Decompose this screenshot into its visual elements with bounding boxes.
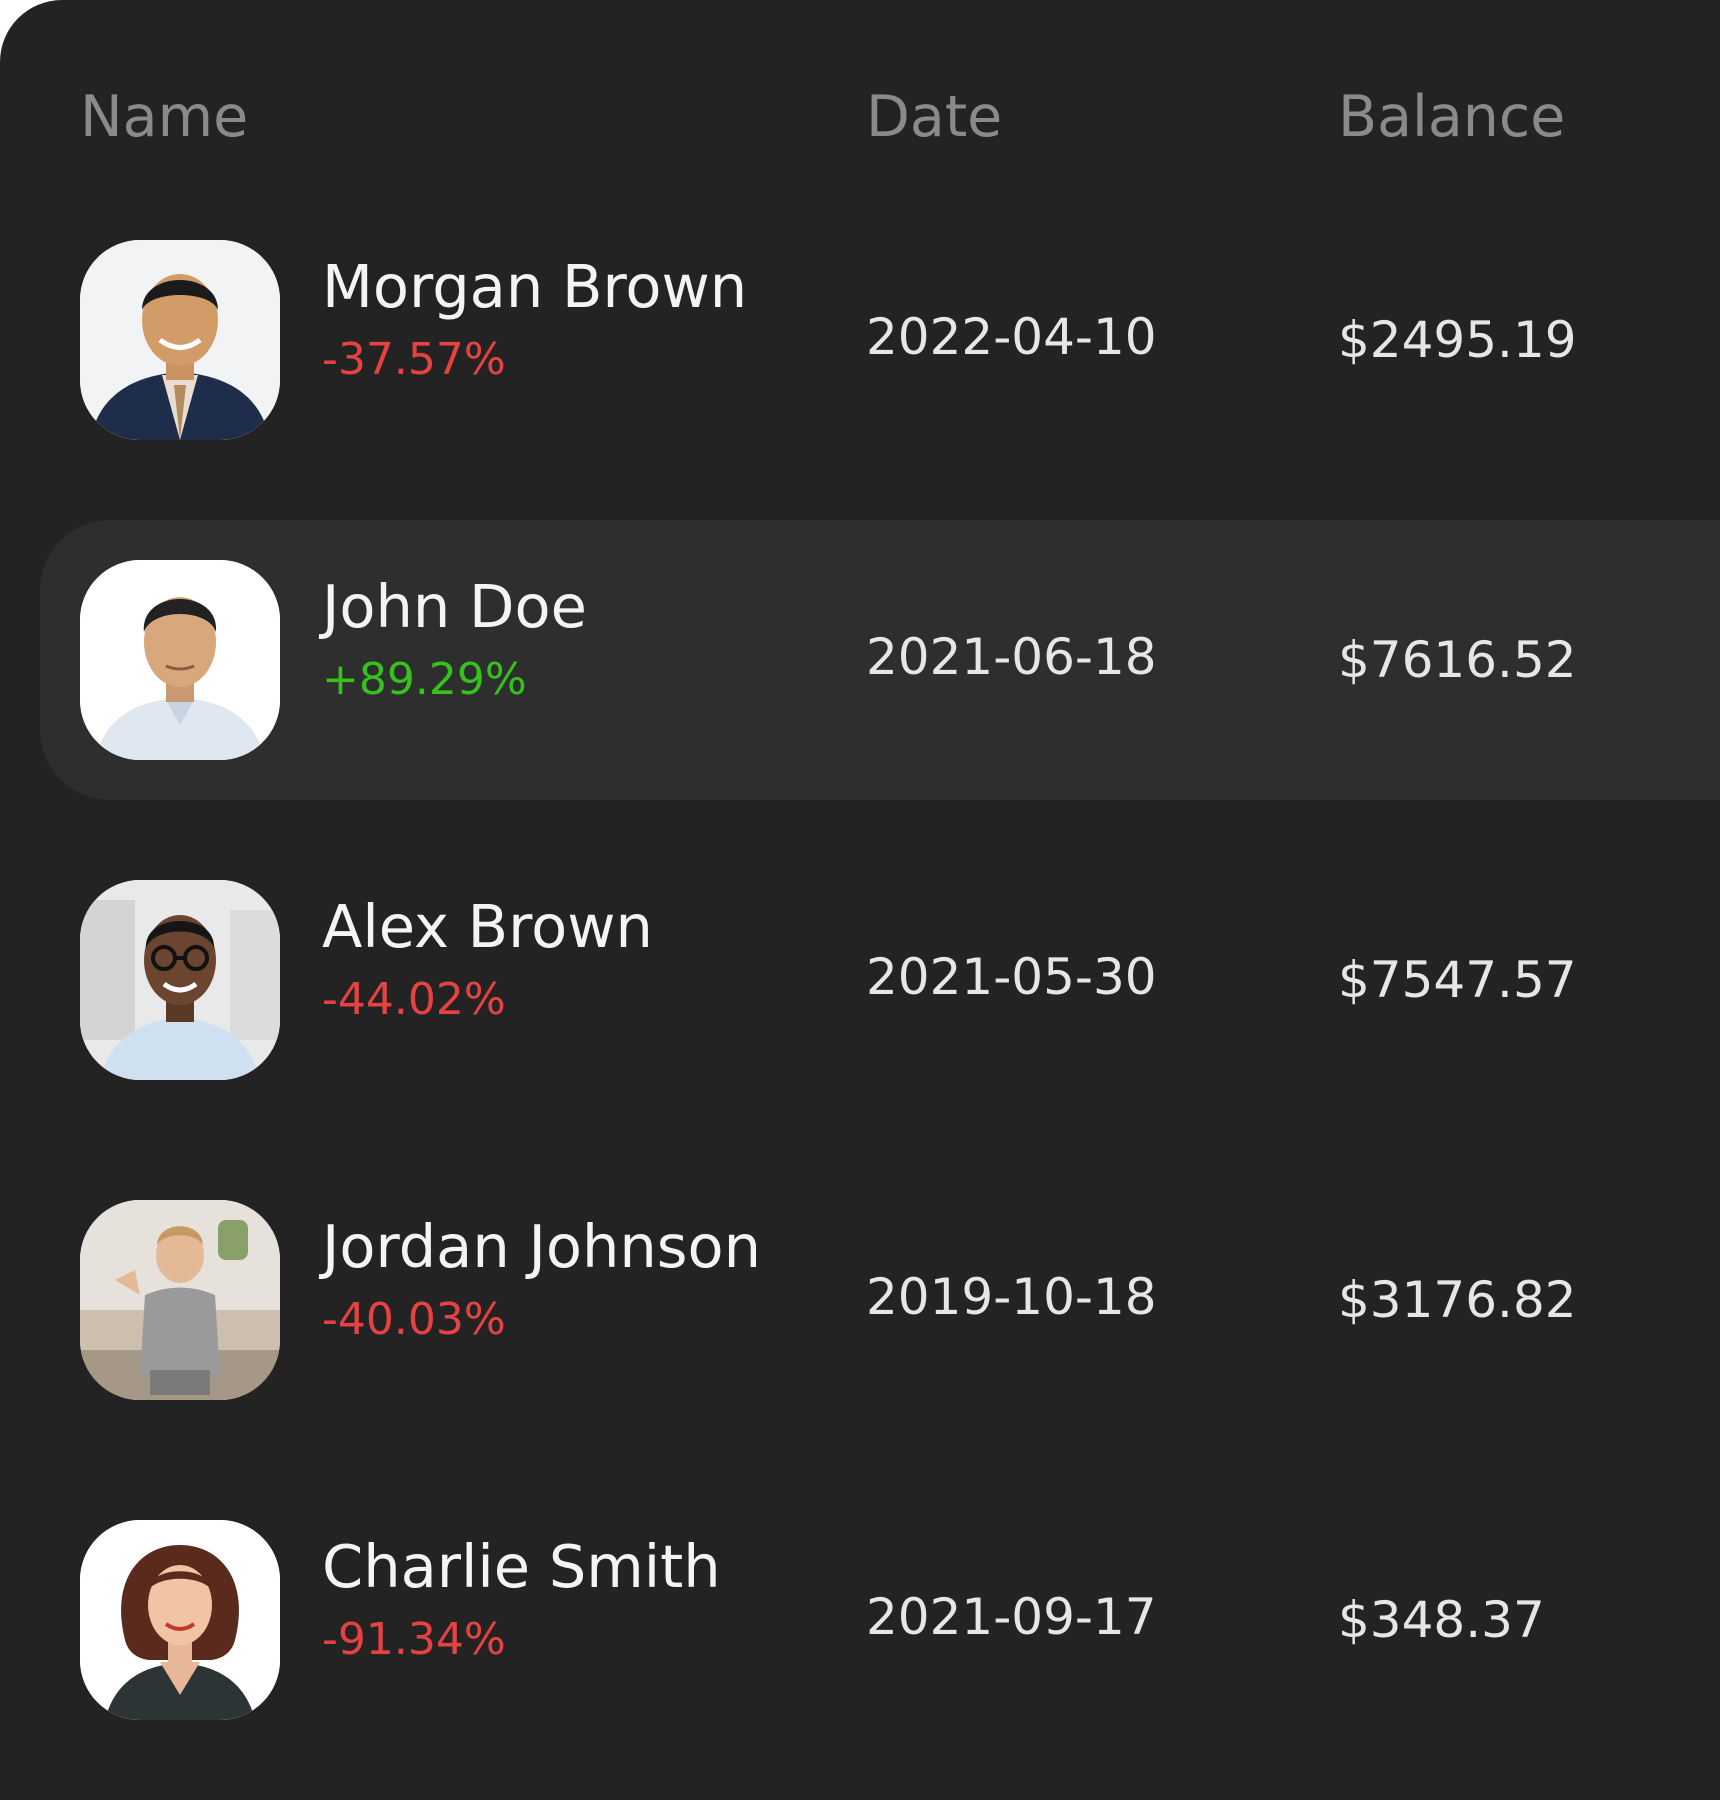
- row-date: 2022-04-10: [866, 308, 1157, 366]
- row-date: 2021-06-18: [866, 628, 1157, 686]
- column-header-name[interactable]: Name: [80, 82, 248, 152]
- change-percent: +89.29%: [322, 654, 527, 705]
- change-percent: -37.57%: [322, 334, 506, 385]
- avatar: [80, 560, 280, 760]
- avatar: [80, 240, 280, 440]
- avatar-man-glasses-photo-icon: [80, 880, 280, 1080]
- column-header-date[interactable]: Date: [866, 82, 1002, 152]
- row-balance: $7547.57: [1338, 951, 1577, 1009]
- table-row[interactable]: Alex Brown -44.02% 2021-05-30 $7547.57: [40, 840, 1720, 1120]
- avatar-man-suit-photo-icon: [80, 240, 280, 440]
- user-name: Alex Brown: [322, 892, 653, 961]
- change-percent: -91.34%: [322, 1614, 506, 1665]
- user-name: John Doe: [322, 572, 587, 641]
- column-header-balance[interactable]: Balance: [1338, 82, 1565, 152]
- row-balance: $2495.19: [1338, 311, 1577, 369]
- change-percent: -44.02%: [322, 974, 506, 1025]
- row-balance: $348.37: [1338, 1591, 1545, 1649]
- change-percent: -40.03%: [322, 1294, 506, 1345]
- row-date: 2021-09-17: [866, 1588, 1157, 1646]
- user-name: Jordan Johnson: [322, 1212, 761, 1281]
- table-row[interactable]: Charlie Smith -91.34% 2021-09-17 $348.37: [40, 1480, 1720, 1760]
- avatar-man-shirt-photo-icon: [80, 560, 280, 760]
- avatar: [80, 880, 280, 1080]
- table-header: Name Date Balance: [0, 82, 1720, 152]
- table-row[interactable]: Morgan Brown -37.57% 2022-04-10 $2495.19: [40, 200, 1720, 480]
- table-row[interactable]: John Doe +89.29% 2021-06-18 $7616.52: [40, 520, 1720, 800]
- users-table-panel: Name Date Balance Morgan Brown -37.57% 2…: [0, 0, 1720, 1800]
- avatar-child-photo-icon: [80, 1200, 280, 1400]
- user-name: Charlie Smith: [322, 1532, 721, 1601]
- avatar-woman-photo-icon: [80, 1520, 280, 1720]
- row-date: 2019-10-18: [866, 1268, 1157, 1326]
- row-balance: $7616.52: [1338, 631, 1577, 689]
- user-name: Morgan Brown: [322, 252, 748, 321]
- row-balance: $3176.82: [1338, 1271, 1577, 1329]
- avatar: [80, 1520, 280, 1720]
- avatar: [80, 1200, 280, 1400]
- row-date: 2021-05-30: [866, 948, 1157, 1006]
- table-row[interactable]: Jordan Johnson -40.03% 2019-10-18 $3176.…: [40, 1160, 1720, 1440]
